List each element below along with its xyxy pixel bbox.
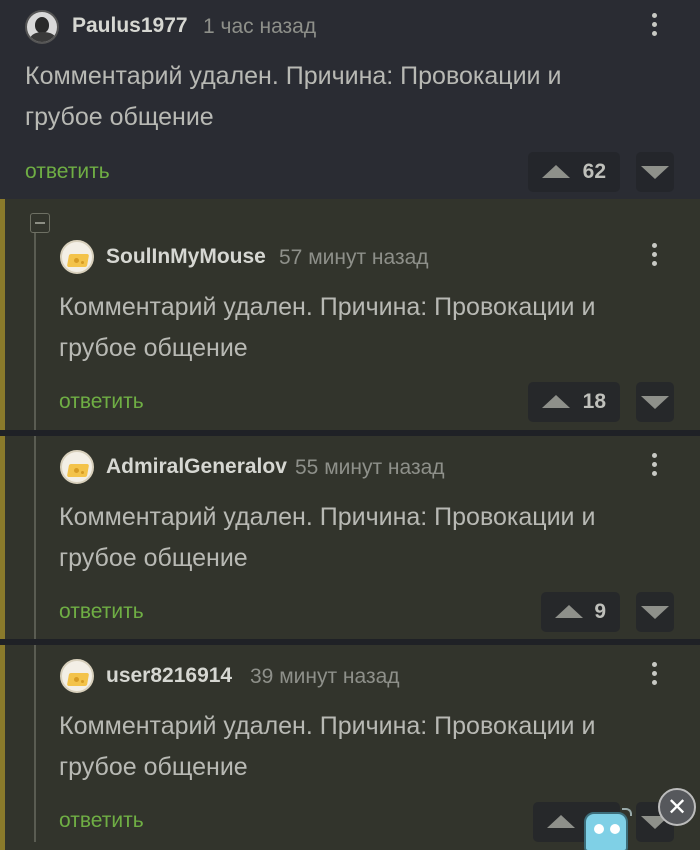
triangle-up-icon bbox=[555, 605, 583, 618]
cheese-avatar[interactable] bbox=[60, 240, 94, 274]
comment-text: Комментарий удален. Причина: Провокации … bbox=[59, 293, 596, 362]
mascot-head bbox=[584, 812, 628, 850]
timestamp[interactable]: 57 минут назад bbox=[279, 246, 429, 270]
more-options-icon[interactable] bbox=[650, 662, 658, 690]
more-options-icon[interactable] bbox=[650, 453, 658, 481]
username[interactable]: AdmiralGeneralov bbox=[106, 455, 287, 479]
comment-text: Комментарий удален. Причина: Провокации … bbox=[59, 712, 596, 781]
thread-line[interactable] bbox=[34, 645, 36, 842]
triangle-up-icon bbox=[542, 395, 570, 408]
comment-reply: AdmiralGeneralov 55 минут назад Коммента… bbox=[0, 436, 700, 639]
triangle-down-icon bbox=[641, 396, 669, 409]
comment-text: Комментарий удален. Причина: Провокации … bbox=[59, 503, 596, 572]
robot-mascot-icon[interactable] bbox=[578, 808, 640, 850]
reply-button[interactable]: ответить bbox=[59, 600, 144, 624]
rating-count: 9 bbox=[594, 600, 606, 623]
comment-reply: SoulInMyMouse 57 минут назад Комментарий… bbox=[0, 199, 700, 430]
timestamp[interactable]: 1 час назад bbox=[203, 15, 316, 39]
username[interactable]: SoulInMyMouse bbox=[106, 245, 266, 269]
comment-text: Комментарий удален. Причина: Провокации … bbox=[25, 62, 562, 131]
downvote-button[interactable] bbox=[636, 592, 674, 632]
triangle-up-icon bbox=[547, 815, 575, 828]
rating-count: 62 bbox=[582, 160, 606, 183]
thread-line[interactable] bbox=[34, 225, 36, 430]
close-icon: ✕ bbox=[666, 793, 688, 821]
downvote-button[interactable] bbox=[636, 152, 674, 192]
minus-box-icon[interactable] bbox=[30, 213, 50, 233]
triangle-up-icon bbox=[542, 165, 570, 178]
mascot-eye bbox=[594, 824, 604, 834]
upvote-button[interactable]: 18 bbox=[528, 382, 620, 422]
comment-root: Paulus1977 1 час назад Комментарий удале… bbox=[0, 0, 700, 199]
thread-line[interactable] bbox=[34, 436, 36, 639]
username[interactable]: Paulus1977 bbox=[72, 14, 188, 38]
upvote-button[interactable]: 62 bbox=[528, 152, 620, 192]
reply-button[interactable]: ответить bbox=[59, 390, 144, 414]
triangle-down-icon bbox=[641, 166, 669, 179]
reply-button[interactable]: ответить bbox=[59, 809, 144, 833]
close-button[interactable]: ✕ bbox=[658, 788, 696, 826]
rating-count: 18 bbox=[582, 390, 606, 413]
more-options-icon[interactable] bbox=[650, 243, 658, 271]
upvote-button[interactable]: 9 bbox=[541, 592, 620, 632]
timestamp[interactable]: 55 минут назад bbox=[295, 456, 445, 480]
reply-button[interactable]: ответить bbox=[25, 160, 110, 184]
avatar[interactable] bbox=[25, 10, 59, 44]
timestamp[interactable]: 39 минут назад bbox=[250, 665, 400, 689]
downvote-button[interactable] bbox=[636, 382, 674, 422]
triangle-down-icon bbox=[641, 606, 669, 619]
cheese-avatar[interactable] bbox=[60, 450, 94, 484]
cheese-avatar[interactable] bbox=[60, 659, 94, 693]
more-options-icon[interactable] bbox=[650, 13, 658, 41]
mascot-antenna bbox=[622, 808, 632, 816]
username[interactable]: user8216914 bbox=[106, 664, 232, 688]
mascot-eye bbox=[610, 824, 620, 834]
